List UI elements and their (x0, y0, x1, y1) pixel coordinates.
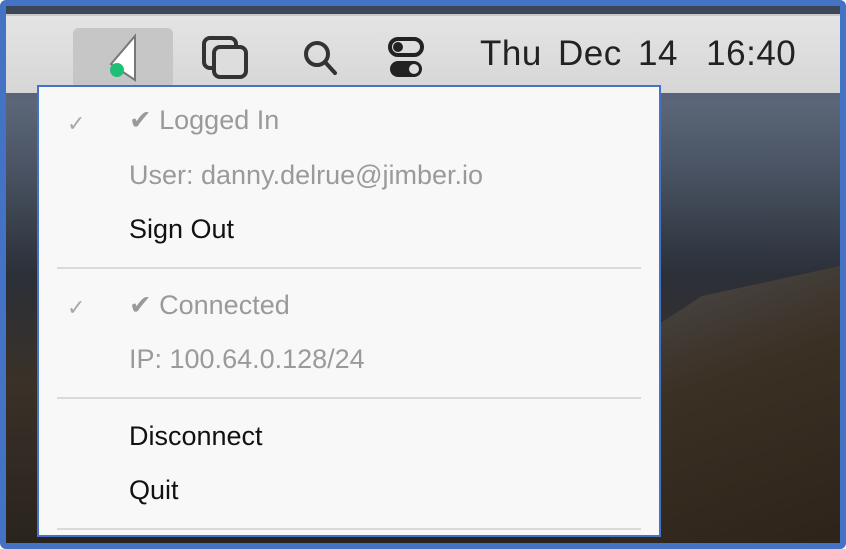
checkmark-icon: ✓ (67, 111, 86, 136)
vpn-app-menu-extra[interactable] (73, 28, 173, 88)
jimber-vpn-status-icon (109, 33, 136, 82)
ip-label: IP: 100.64.0.128/24 (129, 344, 365, 374)
vpn-dropdown-menu: ✓ ✔ Logged In User: danny.delrue@jimber.… (37, 85, 661, 537)
menu-separator (57, 528, 641, 530)
logged-in-status: ✔ Logged In (129, 105, 280, 135)
connected-status: ✔ Connected (129, 290, 290, 320)
menu-separator (57, 267, 641, 269)
checkmark-icon: ✓ (67, 295, 86, 320)
control-center-icon[interactable] (376, 28, 436, 88)
date-label: Thu Dec 14 (480, 34, 678, 73)
quit-menu-item[interactable]: Quit (129, 475, 179, 506)
screen: Thu Dec 14 16:40 ✓ ✔ Logged In User: dan… (0, 0, 846, 549)
disconnect-menu-item[interactable]: Disconnect (129, 421, 263, 452)
search-icon[interactable] (291, 28, 351, 88)
menu-bar: Thu Dec 14 16:40 (6, 14, 840, 93)
window-switcher-icon[interactable] (191, 28, 261, 88)
user-label: User: danny.delrue@jimber.io (129, 160, 484, 190)
menu-bar-clock[interactable]: Thu Dec 14 16:40 (480, 34, 796, 74)
sign-out-menu-item[interactable]: Sign Out (129, 214, 234, 245)
menu-separator (57, 397, 641, 399)
time-label: 16:40 (706, 34, 797, 73)
